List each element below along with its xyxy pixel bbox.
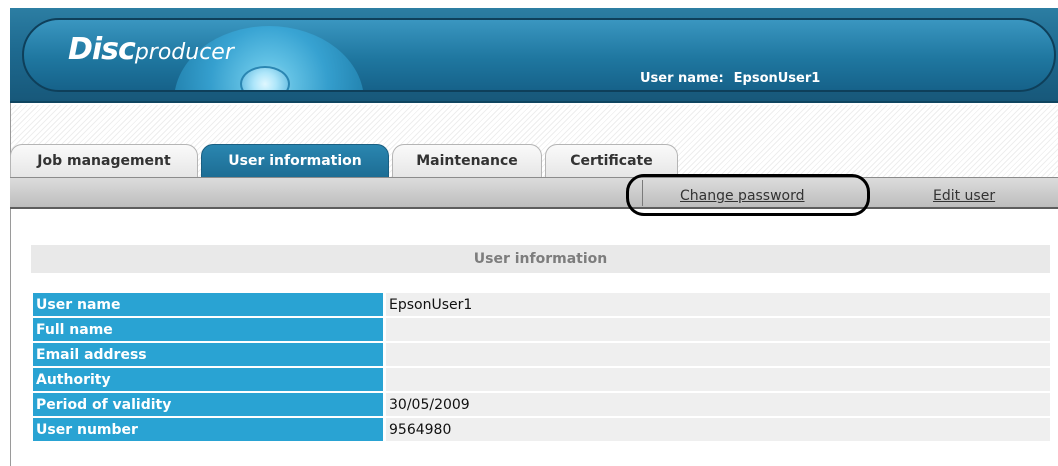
table-row: User name EpsonUser1 — [33, 293, 1050, 316]
header-banner: Discproducer User name: EpsonUser1 — [10, 8, 1058, 103]
user-information-table: User name EpsonUser1 Full name Email add… — [33, 293, 1050, 443]
tab-certificate[interactable]: Certificate — [545, 144, 678, 177]
disc-producer-logo: Discproducer — [68, 32, 234, 67]
logo-producer-text: producer — [134, 40, 234, 65]
row-label-period-of-validity: Period of validity — [33, 393, 383, 416]
row-label-user-number: User number — [33, 418, 383, 441]
table-row: User number 9564980 — [33, 418, 1050, 441]
row-value-email-address — [386, 343, 1050, 366]
edit-user-link[interactable]: Edit user — [933, 188, 995, 204]
row-value-user-number: 9564980 — [386, 418, 1050, 441]
row-value-period-of-validity: 30/05/2009 — [386, 393, 1050, 416]
row-value-authority — [386, 368, 1050, 391]
logo-disc-text: Disc — [68, 32, 136, 67]
row-label-full-name: Full name — [33, 318, 383, 341]
header-user-label: User name: — [640, 71, 724, 86]
user-information-heading: User information — [31, 245, 1050, 273]
table-row: Authority — [33, 368, 1050, 391]
tab-user-information[interactable]: User information — [201, 144, 389, 177]
header-user-value: EpsonUser1 — [733, 71, 821, 86]
tab-maintenance[interactable]: Maintenance — [392, 144, 542, 177]
row-label-user-name: User name — [33, 293, 383, 316]
banner-pill: Discproducer User name: EpsonUser1 — [22, 18, 1056, 92]
table-row: Period of validity 30/05/2009 — [33, 393, 1050, 416]
row-value-user-name: EpsonUser1 — [386, 293, 1050, 316]
subnav-bar — [10, 177, 1058, 209]
tab-job-management[interactable]: Job management — [10, 144, 198, 177]
row-value-full-name — [386, 318, 1050, 341]
table-row: Full name — [33, 318, 1050, 341]
table-row: Email address — [33, 343, 1050, 366]
row-label-authority: Authority — [33, 368, 383, 391]
header-user-name: User name: EpsonUser1 — [640, 71, 820, 86]
row-label-email-address: Email address — [33, 343, 383, 366]
highlight-ring — [626, 174, 870, 216]
